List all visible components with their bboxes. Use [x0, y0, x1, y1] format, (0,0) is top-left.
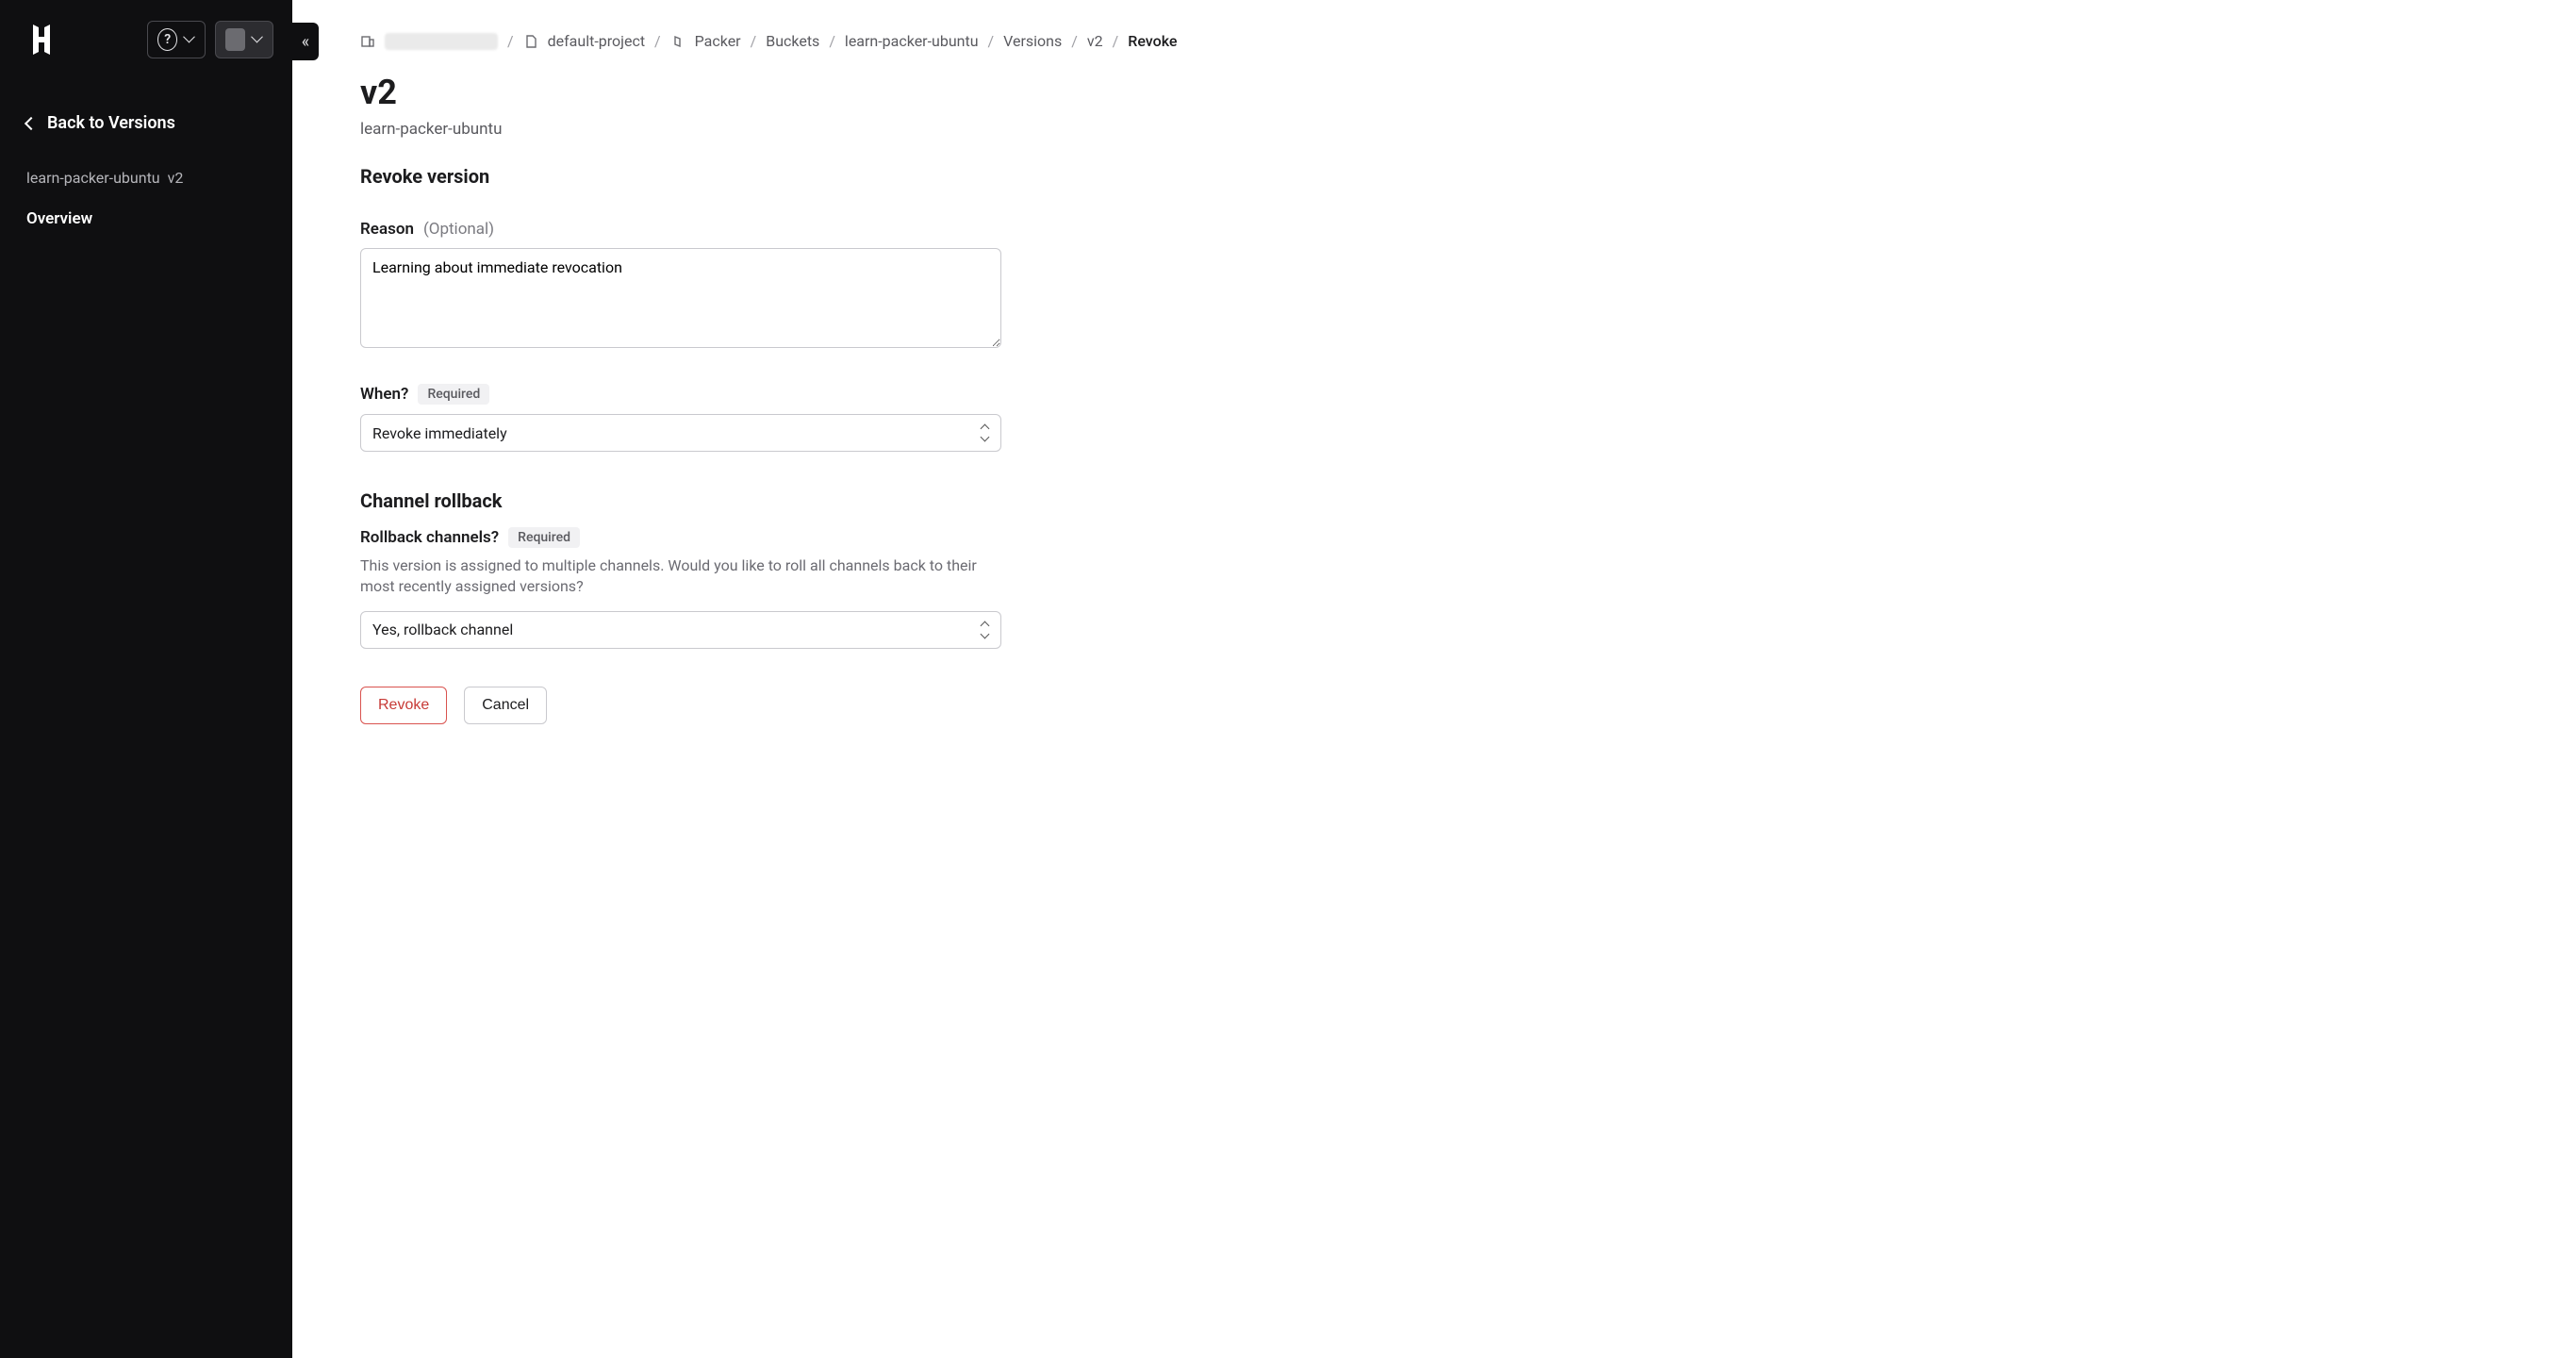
sidebar-item-label: Overview — [26, 209, 92, 228]
crumb-buckets[interactable]: Buckets — [766, 32, 819, 50]
crumb-version[interactable]: v2 — [1087, 32, 1103, 50]
org-icon — [360, 34, 375, 49]
file-icon — [523, 34, 538, 49]
chevron-left-icon — [26, 119, 36, 128]
form-actions: Revoke Cancel — [360, 687, 2523, 724]
back-label: Back to Versions — [47, 113, 175, 133]
back-to-versions-link[interactable]: Back to Versions — [0, 100, 292, 146]
cancel-button[interactable]: Cancel — [464, 687, 547, 724]
rollback-select[interactable]: Yes, rollback channel — [360, 611, 1001, 649]
required-badge: Required — [418, 384, 489, 405]
main-content: / default-project / Packer / Buckets / l… — [292, 0, 2576, 1358]
chevron-double-left-icon — [302, 33, 309, 51]
context-bucket: learn-packer-ubuntu — [26, 169, 160, 187]
packer-icon — [670, 34, 685, 49]
reason-input[interactable] — [360, 248, 1001, 348]
breadcrumb: / default-project / Packer / Buckets / l… — [360, 32, 2523, 50]
rollback-label: Rollback channels? — [360, 528, 499, 547]
when-select[interactable]: Revoke immediately — [360, 414, 1001, 452]
crumb-project[interactable]: default-project — [548, 32, 645, 50]
when-select-value: Revoke immediately — [372, 424, 507, 442]
when-field-block: When? Required Revoke immediately — [360, 384, 1001, 452]
crumb-bucket[interactable]: learn-packer-ubuntu — [845, 32, 979, 50]
required-badge: Required — [508, 527, 580, 548]
chevron-down-icon — [253, 34, 263, 45]
sidebar: ? Back to Versions learn-packer-ubuntu v2… — [0, 0, 292, 1358]
revoke-button[interactable]: Revoke — [360, 687, 447, 724]
question-icon: ? — [157, 28, 177, 51]
section-rollback-title: Channel rollback — [360, 489, 2523, 512]
crumb-service[interactable]: Packer — [695, 32, 741, 50]
collapse-sidebar-button[interactable] — [292, 23, 319, 60]
reason-label: Reason — [360, 220, 414, 239]
hashicorp-logo-icon[interactable] — [23, 21, 60, 58]
section-revoke-title: Revoke version — [360, 165, 2523, 188]
crumb-current: Revoke — [1128, 32, 1177, 50]
crumb-versions[interactable]: Versions — [1003, 32, 1062, 50]
context-version: v2 — [168, 169, 184, 187]
rollback-select-value: Yes, rollback channel — [372, 621, 513, 638]
org-switcher[interactable] — [215, 21, 273, 58]
reason-field-block: Reason (Optional) — [360, 220, 1001, 352]
when-label: When? — [360, 385, 408, 404]
help-menu[interactable]: ? — [147, 21, 206, 58]
sidebar-item-overview[interactable]: Overview — [0, 200, 292, 238]
avatar — [225, 28, 245, 51]
crumb-org-redacted[interactable] — [385, 33, 498, 50]
sidebar-context: learn-packer-ubuntu v2 — [0, 146, 292, 194]
sidebar-top: ? — [0, 0, 292, 77]
page-title: v2 — [360, 73, 2523, 112]
page-subtitle: learn-packer-ubuntu — [360, 120, 2523, 139]
reason-hint: (Optional) — [423, 220, 494, 239]
rollback-help-text: This version is assigned to multiple cha… — [360, 555, 983, 598]
chevron-down-icon — [185, 34, 195, 45]
